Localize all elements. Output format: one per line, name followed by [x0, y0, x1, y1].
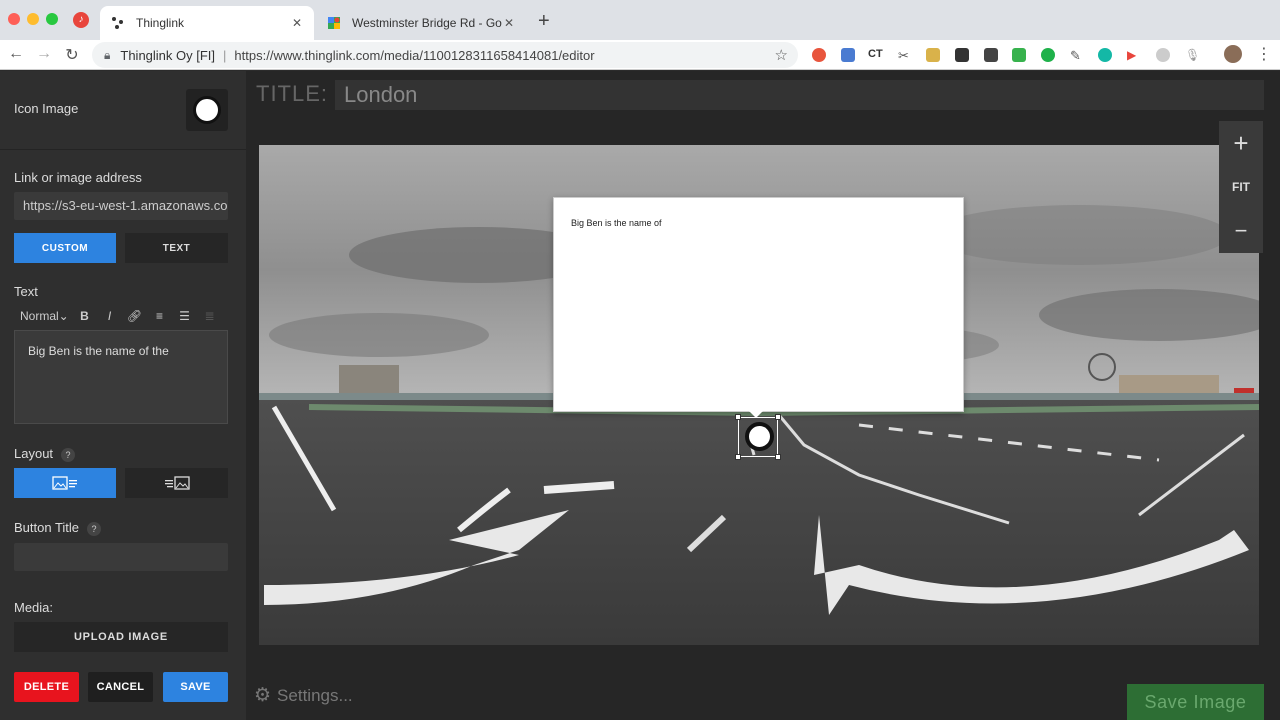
new-tab-icon[interactable]: + — [538, 10, 550, 33]
button-title-label: Button Title? — [14, 520, 102, 536]
image-editor: TITLE: London Big Ben is the name of + F… — [246, 71, 1280, 720]
address-bar[interactable]: 🔒︎ Thinglink Oy [FI] | https://www.thing… — [92, 42, 798, 68]
text-editor[interactable]: Big Ben is the name of the — [14, 330, 228, 424]
layout-label: Layout? — [14, 446, 76, 462]
zoom-controls: + FIT − — [1219, 121, 1263, 253]
extension-icon[interactable] — [984, 48, 998, 62]
pinned-tab-icon[interactable]: ♪ — [73, 12, 89, 28]
save-image-button[interactable]: Save Image — [1127, 684, 1264, 720]
circle-icon — [193, 96, 221, 124]
icon-image-label: Icon Image — [14, 101, 79, 116]
text-mode-button[interactable]: TEXT — [125, 233, 228, 263]
browser-toolbar: ← → ↻ 🔒︎ Thinglink Oy [FI] | https://www… — [0, 40, 1280, 70]
delete-button[interactable]: DELETE — [14, 672, 79, 702]
italic-icon[interactable]: I — [97, 309, 122, 323]
extension-play-icon[interactable]: ▶ — [1127, 48, 1141, 62]
gear-icon: ⚙ — [254, 685, 272, 706]
google-maps-favicon-icon — [326, 15, 342, 31]
profile-avatar[interactable] — [1224, 45, 1242, 63]
extension-icon[interactable] — [1156, 48, 1170, 62]
layout-image-right-button[interactable] — [125, 468, 228, 498]
upload-image-button[interactable]: UPLOAD IMAGE — [14, 622, 228, 652]
link-icon[interactable]: 🔗︎ — [122, 309, 147, 323]
button-title-input[interactable] — [14, 543, 228, 571]
button-title-label-text: Button Title — [14, 520, 80, 535]
url-text: https://www.thinglink.com/media/11001283… — [234, 47, 595, 63]
microphone-icon[interactable]: 🎙︎ — [1185, 48, 1200, 62]
chevron-down-icon: ⌄ — [58, 309, 69, 323]
settings-link[interactable]: ⚙ Settings... — [254, 684, 353, 707]
reload-icon[interactable]: ↻ — [62, 45, 82, 65]
rich-text-toolbar: Normal ⌄ B I 🔗︎ ≡ ☰ ≣ — [14, 305, 228, 327]
zoom-fit-button[interactable]: FIT — [1219, 165, 1263, 209]
tab-title: Thinglink — [136, 16, 185, 30]
layout-image-left-button[interactable] — [14, 468, 116, 498]
custom-button[interactable]: CUSTOM — [14, 233, 116, 263]
resize-handle[interactable] — [735, 414, 741, 420]
tab-close-icon[interactable]: ✕ — [502, 16, 516, 30]
icon-image-picker[interactable] — [186, 89, 228, 131]
tab-close-icon[interactable]: ✕ — [290, 16, 304, 30]
bullet-list-icon[interactable]: ☰ — [172, 309, 197, 323]
tab-title: Westminster Bridge Rd - Goog — [352, 16, 502, 30]
window-maximize-button[interactable] — [46, 13, 58, 25]
extension-ct-icon[interactable]: CT — [868, 48, 886, 62]
title-input[interactable]: London — [335, 80, 1264, 110]
panorama-canvas[interactable]: Big Ben is the name of — [259, 145, 1259, 645]
hotspot-circle-icon[interactable] — [745, 422, 774, 451]
tag-editor-sidebar: Icon Image Link or image address https:/… — [0, 71, 246, 720]
text-image-layout-icon — [164, 476, 190, 490]
cancel-button[interactable]: CANCEL — [88, 672, 153, 702]
help-icon[interactable]: ? — [87, 521, 102, 536]
hotspot-popup: Big Ben is the name of — [553, 197, 964, 412]
zoom-in-button[interactable]: + — [1219, 121, 1263, 165]
extension-icon[interactable] — [841, 48, 855, 62]
divider — [0, 149, 246, 150]
save-button[interactable]: SAVE — [163, 672, 228, 702]
tab-google-maps[interactable]: Westminster Bridge Rd - Goog ✕ — [316, 6, 526, 40]
address-separator: | — [223, 47, 227, 63]
align-icon[interactable]: ≣ — [197, 309, 222, 323]
media-label: Media: — [14, 600, 54, 615]
link-input[interactable]: https://s3-eu-west-1.amazonaws.com — [14, 192, 228, 220]
resize-handle[interactable] — [775, 454, 781, 460]
window-close-button[interactable] — [8, 13, 20, 25]
back-icon[interactable]: ← — [6, 45, 26, 63]
ordered-list-icon[interactable]: ≡ — [147, 309, 172, 323]
extension-scissors-icon[interactable]: ✂ — [898, 48, 912, 63]
browser-tab-strip: ♪ Thinglink ✕ Westminster Bridge Rd - Go… — [0, 0, 1280, 40]
forward-icon[interactable]: → — [34, 45, 54, 63]
extension-icon[interactable] — [955, 48, 969, 62]
site-identity: Thinglink Oy [FI] — [120, 47, 216, 63]
title-label: TITLE: — [256, 81, 329, 106]
bookmark-star-icon[interactable]: ☆ — [775, 46, 788, 64]
popup-text: Big Ben is the name of — [571, 218, 662, 228]
settings-label: Settings... — [277, 685, 353, 705]
window-minimize-button[interactable] — [27, 13, 39, 25]
eyedropper-icon[interactable]: ✎ — [1070, 48, 1084, 63]
extension-icon[interactable] — [1012, 48, 1026, 62]
text-label: Text — [14, 284, 38, 299]
browser-menu-icon[interactable]: ⋮ — [1256, 44, 1272, 64]
tab-thinglink[interactable]: Thinglink ✕ — [100, 6, 314, 40]
layout-label-text: Layout — [14, 446, 54, 461]
zoom-out-button[interactable]: − — [1219, 209, 1263, 253]
image-text-layout-icon — [52, 476, 77, 490]
lock-icon: 🔒︎ — [104, 47, 111, 62]
text-style-value: Normal — [20, 309, 59, 323]
grammarly-icon[interactable] — [1041, 48, 1055, 62]
resize-handle[interactable] — [735, 454, 741, 460]
resize-handle[interactable] — [775, 414, 781, 420]
bold-icon[interactable]: B — [72, 309, 97, 323]
text-style-dropdown[interactable]: Normal ⌄ — [14, 309, 72, 323]
help-icon[interactable]: ? — [61, 447, 76, 462]
link-label: Link or image address — [14, 170, 142, 185]
extension-icon[interactable] — [926, 48, 940, 62]
extension-icon[interactable] — [812, 48, 826, 62]
thinglink-favicon-icon — [110, 15, 126, 31]
extension-icon[interactable] — [1098, 48, 1112, 62]
